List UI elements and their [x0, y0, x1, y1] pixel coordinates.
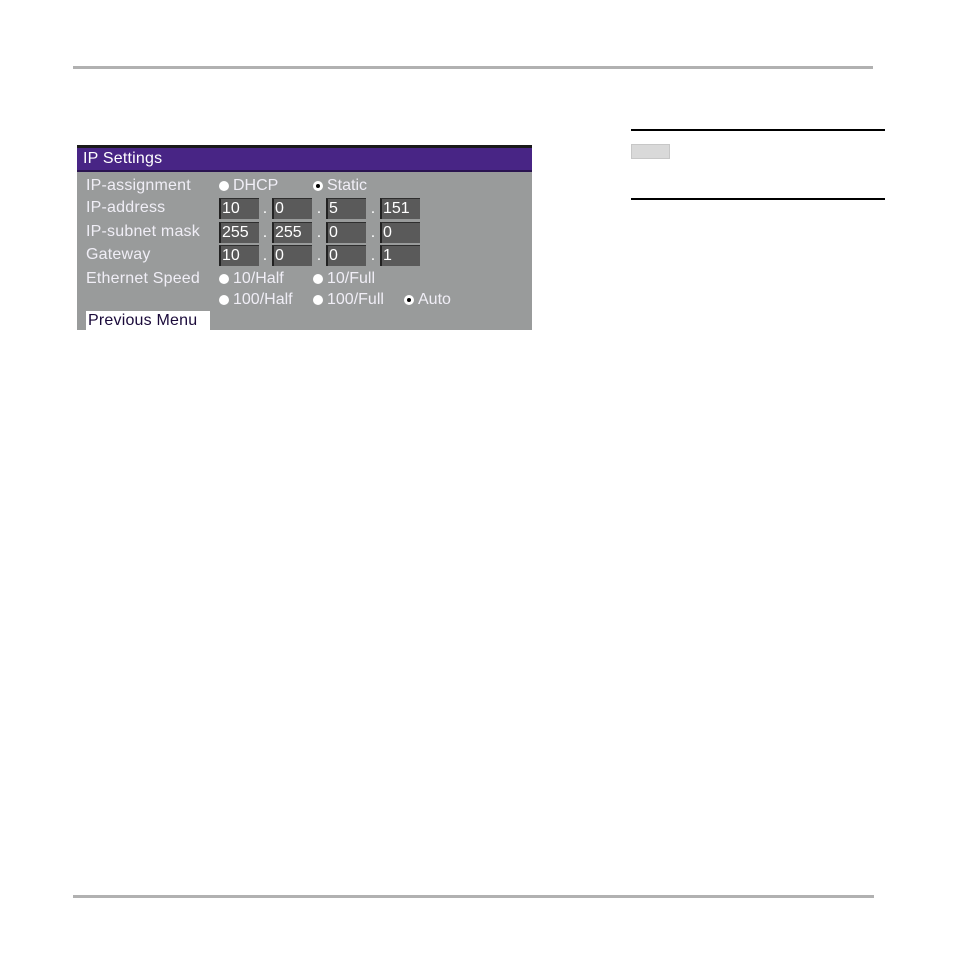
subnet-mask-octet-1[interactable]: 255 [219, 222, 259, 243]
radio-10-full[interactable]: 10/Full [313, 268, 375, 290]
gateway-row: Gateway 10 . 0 . 0 . 1 [77, 244, 532, 266]
radio-static[interactable]: Static [313, 175, 367, 197]
side-note-top-rule [631, 129, 885, 131]
ip-assignment-label: IP-assignment [86, 177, 191, 194]
octet-separator: . [370, 224, 376, 241]
octet-separator: . [370, 247, 376, 264]
gateway-octet-1[interactable]: 10 [219, 245, 259, 266]
radio-10-half-label: 10/Half [233, 270, 284, 287]
octet-separator: . [316, 247, 322, 264]
radio-dhcp[interactable]: DHCP [219, 175, 278, 197]
octet-separator: . [316, 200, 322, 217]
ethernet-speed-row-2: 100/Half 100/Full Auto [77, 289, 532, 311]
ip-address-octet-2[interactable]: 0 [272, 198, 312, 219]
previous-menu-button[interactable]: Previous Menu [86, 311, 210, 331]
radio-unselected-icon [219, 181, 229, 191]
subnet-mask-octet-3[interactable]: 0 [326, 222, 366, 243]
subnet-mask-label: IP-subnet mask [86, 223, 200, 240]
radio-selected-icon [313, 181, 323, 191]
radio-static-label: Static [327, 177, 368, 194]
ip-assignment-row: IP-assignment DHCP Static [77, 175, 532, 197]
footer-rule [73, 895, 874, 898]
radio-100-full-label: 100/Full [327, 291, 384, 308]
ip-address-octet-1[interactable]: 10 [219, 198, 259, 219]
octet-separator: . [370, 200, 376, 217]
octet-separator: . [316, 224, 322, 241]
radio-unselected-icon [219, 295, 229, 305]
radio-dhcp-label: DHCP [233, 177, 279, 194]
radio-100-full[interactable]: 100/Full [313, 289, 384, 311]
ip-settings-menu: IP Settings IP-assignment DHCP Static IP… [77, 145, 532, 331]
radio-100-half[interactable]: 100/Half [219, 289, 293, 311]
ethernet-speed-label: Ethernet Speed [86, 270, 200, 287]
ip-address-label: IP-address [86, 199, 166, 216]
ip-address-row: IP-address 10 . 0 . 5 . 151 [77, 197, 532, 219]
side-note-tag [631, 144, 670, 159]
side-note-bottom-rule [631, 198, 885, 200]
gateway-label: Gateway [86, 246, 151, 263]
gateway-octet-2[interactable]: 0 [272, 245, 312, 266]
radio-unselected-icon [219, 274, 229, 284]
radio-100-half-label: 100/Half [233, 291, 293, 308]
subnet-mask-octet-2[interactable]: 255 [272, 222, 312, 243]
octet-separator: . [262, 247, 268, 264]
menu-title: IP Settings [77, 148, 532, 172]
gateway-octet-4[interactable]: 1 [380, 245, 420, 266]
radio-10-full-label: 10/Full [327, 270, 376, 287]
subnet-mask-row: IP-subnet mask 255 . 255 . 0 . 0 [77, 221, 532, 243]
header-rule [73, 66, 873, 69]
gateway-octet-3[interactable]: 0 [326, 245, 366, 266]
side-note [631, 129, 885, 201]
octet-separator: . [262, 224, 268, 241]
subnet-mask-octet-4[interactable]: 0 [380, 222, 420, 243]
radio-selected-icon [404, 295, 414, 305]
ip-address-octet-4[interactable]: 151 [380, 198, 420, 219]
radio-auto-label: Auto [418, 291, 451, 308]
radio-unselected-icon [313, 295, 323, 305]
ip-address-octet-3[interactable]: 5 [326, 198, 366, 219]
ethernet-speed-row: Ethernet Speed 10/Half 10/Full [77, 268, 532, 290]
radio-auto[interactable]: Auto [404, 289, 451, 311]
octet-separator: . [262, 200, 268, 217]
radio-unselected-icon [313, 274, 323, 284]
radio-10-half[interactable]: 10/Half [219, 268, 284, 290]
